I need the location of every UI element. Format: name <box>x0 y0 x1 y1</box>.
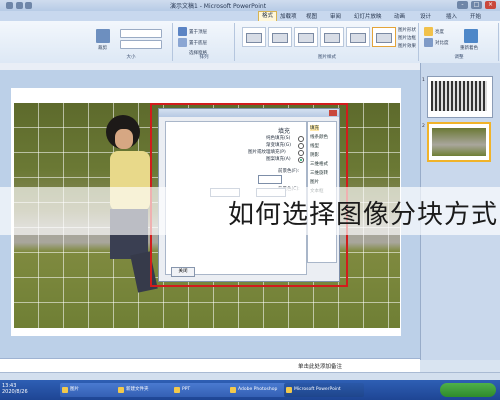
brightness-label[interactable]: 亮度 <box>435 29 444 35</box>
foreground-label: 前景色(F): <box>278 169 300 174</box>
tab-review[interactable]: 审阅 <box>330 12 341 20</box>
width-field[interactable] <box>120 40 162 49</box>
taskbar-clock: 13:43 2020/8/26 <box>2 383 28 395</box>
picture-style-thumb[interactable] <box>346 27 370 47</box>
slide-number: 2 <box>422 124 425 129</box>
slide-thumbnail-1[interactable] <box>427 76 493 118</box>
nav-3d-format[interactable]: 三维格式 <box>310 161 328 167</box>
tab-addins[interactable]: 加载项 <box>280 12 297 20</box>
thumbnail-image <box>431 81 487 111</box>
picture-style-thumb[interactable] <box>242 27 266 47</box>
dialog-close-button[interactable]: 关闭 <box>171 267 195 277</box>
group-label: 排列 <box>199 55 209 60</box>
nav-line-style[interactable]: 线型 <box>310 143 319 149</box>
picture-shape-button[interactable]: 图片形状 <box>398 27 416 33</box>
picture-style-thumb[interactable] <box>320 27 344 47</box>
notes-placeholder: 单击此处添加备注 <box>297 364 342 370</box>
height-field[interactable] <box>120 29 162 38</box>
recolor-label[interactable]: 重新着色 <box>460 45 478 51</box>
tab-view[interactable]: 视图 <box>306 12 317 20</box>
nav-picture[interactable]: 图片 <box>310 179 319 185</box>
group-label: 大小 <box>126 55 136 60</box>
dialog-title-bar <box>159 109 339 117</box>
title-bar: 演示文稿1 - Microsoft PowerPoint - □ × <box>0 0 500 11</box>
taskbar-button[interactable]: PPT <box>172 383 234 397</box>
picture-style-thumb[interactable] <box>294 27 318 47</box>
contrast-label[interactable]: 对比度 <box>435 40 449 46</box>
send-back-icon[interactable] <box>178 38 187 47</box>
picture-border-button[interactable]: 图片边框 <box>398 35 416 41</box>
solid-fill-label: 纯色填充(S) <box>266 136 291 141</box>
caption-text: 如何选择图像分块方式 <box>227 200 498 230</box>
minimize-button[interactable]: - <box>457 1 468 9</box>
picture-style-thumb[interactable] <box>372 27 396 47</box>
thumbnail-image <box>432 128 486 156</box>
recolor-icon[interactable] <box>464 29 478 43</box>
fill-heading: 填充 <box>278 128 291 135</box>
taskbar-button-active[interactable]: Microsoft PowerPoint <box>284 383 364 397</box>
brightness-icon[interactable] <box>424 27 433 36</box>
contrast-icon[interactable] <box>424 38 433 47</box>
bring-front-label[interactable]: 置于顶层 <box>189 29 207 35</box>
group-label: 图片样式 <box>318 55 336 60</box>
pattern-fill-label: 图案填充(A) <box>266 157 291 162</box>
crop-icon[interactable] <box>96 29 110 43</box>
taskbar: 图片 新建文件夹 PPT Adobe Photoshop Microsoft P… <box>0 380 500 400</box>
slide-number: 1 <box>422 78 425 83</box>
close-button[interactable]: × <box>485 1 496 9</box>
tab-slideshow[interactable]: 幻灯片放映 <box>354 12 382 20</box>
picture-fill-label: 图片或纹理填充(P) <box>248 150 286 155</box>
picture-fill-radio[interactable] <box>298 150 304 156</box>
pattern-fill-radio[interactable] <box>298 157 304 163</box>
group-size: 裁剪 大小 <box>90 23 173 61</box>
picture-style-thumb[interactable] <box>268 27 292 47</box>
picture-effects-button[interactable]: 图片效果 <box>398 43 416 49</box>
gradient-fill-label: 渐变填充(G) <box>266 143 291 148</box>
tab-home[interactable]: 开始 <box>470 12 481 20</box>
notes-pane[interactable]: 单击此处添加备注 <box>0 358 420 373</box>
ribbon: 亮度 对比度 重新着色 调整 图片形状 图片边框 图片效果 图片样式 置于顶层 … <box>0 21 500 64</box>
group-arrange: 置于顶层 置于底层 选择窗格 排列 <box>174 23 235 61</box>
undo-icon[interactable] <box>25 2 32 9</box>
taskbar-button[interactable]: 新建文件夹 <box>116 383 178 397</box>
tab-insert[interactable]: 插入 <box>446 12 457 20</box>
tab-format[interactable]: 格式 <box>258 11 278 21</box>
dialog-close-icon[interactable] <box>329 110 337 116</box>
start-button[interactable] <box>440 383 496 397</box>
solid-fill-radio[interactable] <box>298 136 304 142</box>
maximize-button[interactable]: □ <box>471 1 482 9</box>
save-icon[interactable] <box>16 2 23 9</box>
nav-3d-rotation[interactable]: 三维旋转 <box>310 170 328 176</box>
taskbar-button[interactable]: Adobe Photoshop <box>228 383 290 397</box>
nav-shadow[interactable]: 阴影 <box>310 152 319 158</box>
window-title: 演示文稿1 - Microsoft PowerPoint <box>170 3 267 10</box>
send-back-label[interactable]: 置于底层 <box>189 40 207 46</box>
window-controls: - □ × <box>457 1 496 9</box>
taskbar-button[interactable]: 图片 <box>60 383 122 397</box>
child-face <box>115 129 133 149</box>
gradient-fill-radio[interactable] <box>298 143 304 149</box>
tab-animation[interactable]: 动画 <box>394 12 405 20</box>
group-picture-styles: 图片形状 图片边框 图片效果 图片样式 <box>236 23 419 61</box>
crop-label[interactable]: 裁剪 <box>98 45 107 51</box>
foreground-color-picker[interactable] <box>258 175 282 184</box>
slide-thumbnail-2[interactable] <box>427 122 491 162</box>
group-adjust: 亮度 对比度 重新着色 调整 <box>420 23 499 61</box>
office-button-icon[interactable] <box>6 2 13 9</box>
tab-design[interactable]: 设计 <box>420 12 431 20</box>
nav-fill[interactable]: 填充 <box>310 125 319 131</box>
nav-line-color[interactable]: 线条颜色 <box>310 134 328 140</box>
bring-front-icon[interactable] <box>178 27 187 36</box>
group-label: 调整 <box>454 55 464 60</box>
